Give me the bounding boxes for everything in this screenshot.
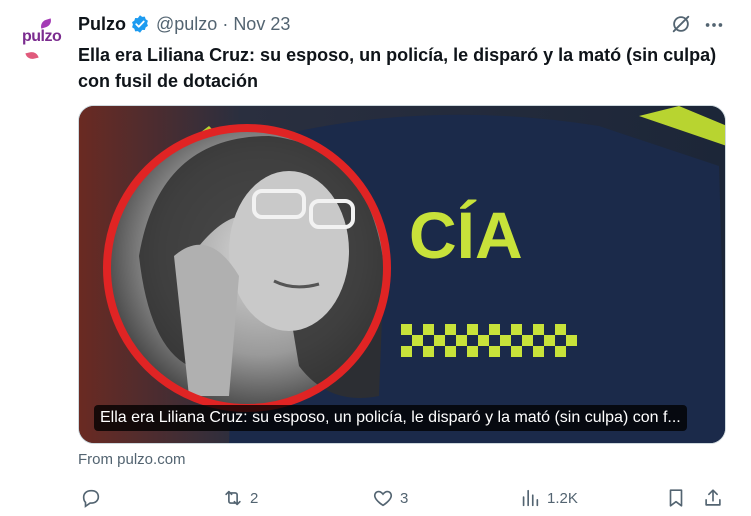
link-card[interactable]: CÍA Ella era Liliana Cruz: su esposo, un… [78,105,726,444]
checker-band [399,324,579,358]
action-bar: 2 3 1.2K [78,484,728,512]
retweet-button[interactable]: 2 [222,484,258,512]
bookmark-icon [669,489,683,507]
like-count: 3 [400,489,409,507]
header-separator: · [222,13,229,34]
share-button[interactable] [702,484,724,512]
card-image: CÍA [79,106,725,443]
grok-icon[interactable] [670,13,692,35]
verified-icon [132,15,148,33]
vest-text: CÍA [409,198,523,272]
avatar-logo-text: pulzo [22,28,62,45]
author-handle[interactable]: @pulzo [156,14,217,35]
views-icon [522,489,539,507]
more-icon[interactable] [703,14,725,36]
avatar[interactable]: pulzo [16,8,62,68]
bookmark-button[interactable] [665,484,687,512]
reply-icon [82,489,100,508]
share-icon [705,489,721,506]
tweet-text: Ella era Liliana Cruz: su esposo, un pol… [78,45,717,91]
reply-button[interactable] [80,484,108,512]
card-source[interactable]: From pulzo.com [78,451,186,468]
like-icon [373,490,393,507]
views-button[interactable]: 1.2K [519,484,578,512]
timestamp[interactable]: Nov 23 [233,14,290,35]
tweet[interactable]: pulzo Pulzo @pulzo · Nov 23 Ella era Lil… [0,0,751,516]
views-count: 1.2K [547,489,578,507]
author-name[interactable]: Pulzo [78,14,126,35]
retweet-icon [225,490,241,506]
tweet-header: Pulzo @pulzo · Nov 23 [78,12,290,36]
like-button[interactable]: 3 [372,484,408,512]
retweet-count: 2 [250,489,259,507]
card-title: Ella era Liliana Cruz: su esposo, un pol… [94,405,687,431]
logo-leaf-bottom [25,50,39,61]
